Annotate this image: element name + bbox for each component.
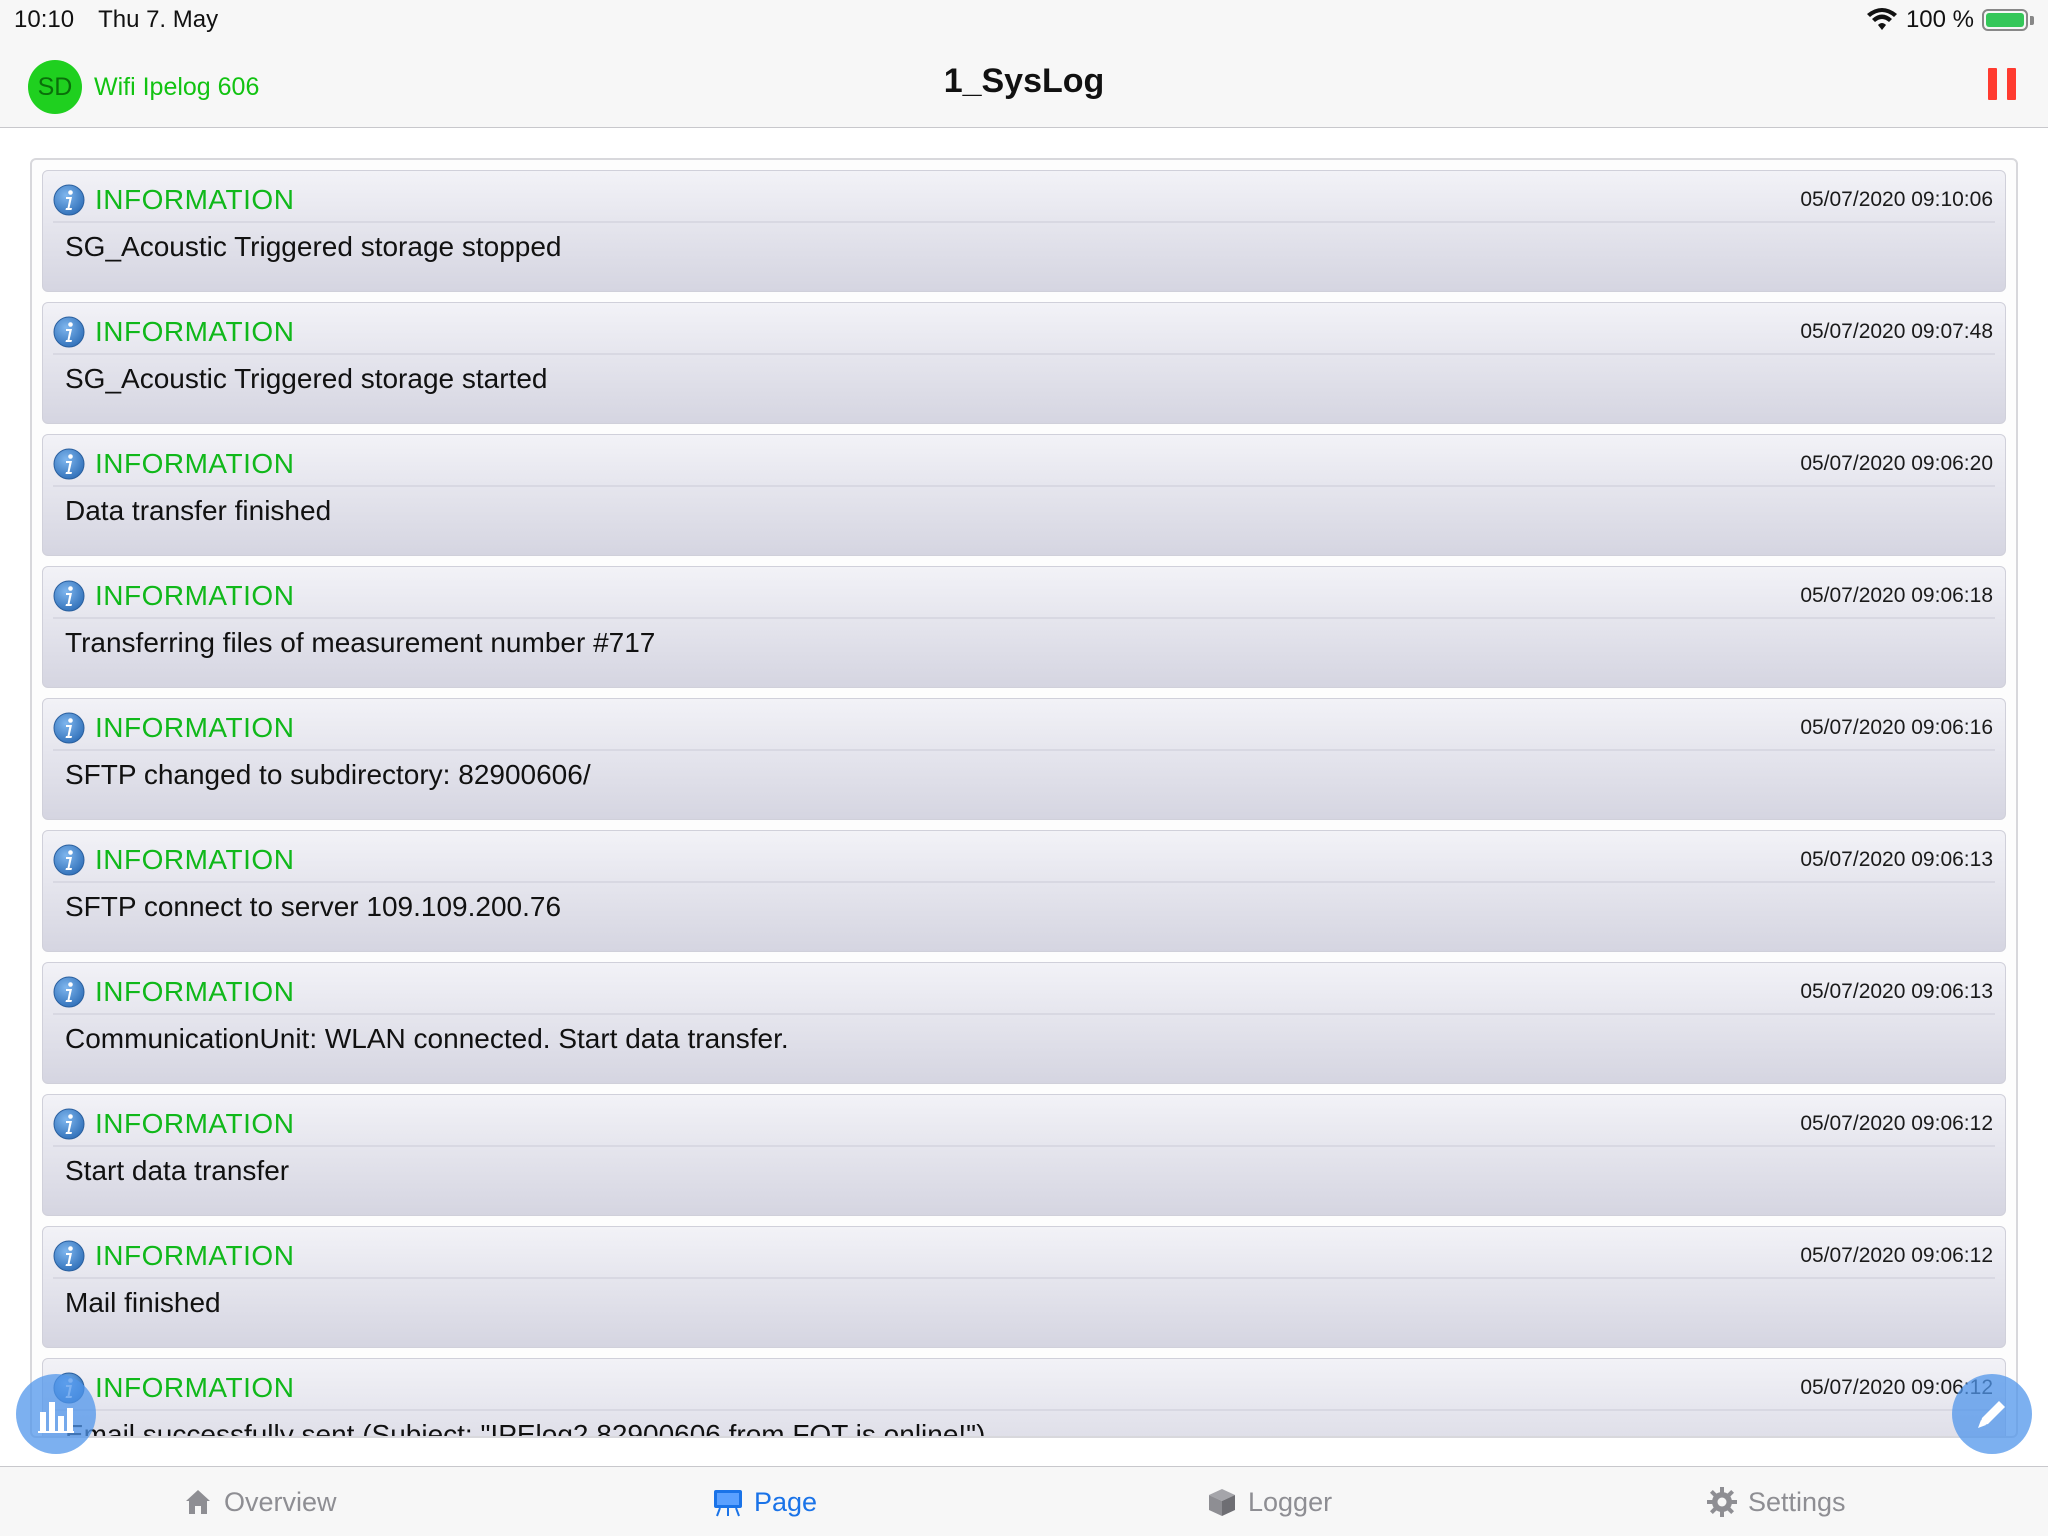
log-level: INFORMATION bbox=[95, 184, 295, 215]
display-board-icon bbox=[714, 1490, 742, 1517]
log-message: Transferring files of measurement number… bbox=[65, 627, 656, 658]
log-timestamp: 05/07/2020 09:06:13 bbox=[1800, 848, 1993, 871]
log-entry-header: INFORMATION 05/07/2020 09:06:12 bbox=[53, 1103, 1995, 1147]
log-level: INFORMATION bbox=[95, 1372, 295, 1403]
log-message: Data transfer finished bbox=[65, 495, 332, 526]
log-entry[interactable]: INFORMATION 05/07/2020 09:06:13 SFTP conne… bbox=[42, 830, 2006, 952]
tab-overview[interactable]: Overview bbox=[182, 1467, 337, 1536]
wifi-icon bbox=[1866, 8, 1897, 30]
log-level: INFORMATION bbox=[95, 448, 295, 479]
log-message: Mail finished bbox=[65, 1287, 221, 1318]
tab-page[interactable]: Page bbox=[712, 1467, 817, 1536]
bar-chart-icon bbox=[38, 1402, 74, 1433]
log-level: INFORMATION bbox=[95, 976, 295, 1007]
syslog-list[interactable]: INFORMATION 05/07/2020 09:10:06 SG_Acousti… bbox=[30, 158, 2018, 1438]
tab-settings[interactable]: Settings bbox=[1706, 1467, 1846, 1536]
log-entry[interactable]: INFORMATION 05/07/2020 09:06:12 Mail finis… bbox=[42, 1226, 2006, 1348]
log-entry[interactable]: INFORMATION 05/07/2020 09:07:48 SG_Acousti… bbox=[42, 302, 2006, 424]
info-icon bbox=[53, 1108, 85, 1140]
navigation-bar: SD Wifi Ipelog 606 1_SysLog bbox=[0, 40, 2048, 128]
log-timestamp: 05/07/2020 09:07:48 bbox=[1800, 320, 1993, 343]
log-message: SG_Acoustic Triggered storage stopped bbox=[65, 231, 562, 262]
device-name: Wifi Ipelog 606 bbox=[94, 72, 260, 101]
log-entry-header: INFORMATION 05/07/2020 09:06:12 bbox=[53, 1235, 1995, 1279]
sd-badge: SD bbox=[28, 60, 82, 114]
edit-button[interactable] bbox=[1952, 1374, 2032, 1454]
info-icon bbox=[53, 712, 85, 744]
status-bar: 10:10 Thu 7. May 100 % bbox=[0, 0, 2048, 40]
log-entry[interactable]: INFORMATION 05/07/2020 09:10:06 SG_Acousti… bbox=[42, 170, 2006, 292]
log-message: Email successfully sent (Subject: "IPElo… bbox=[65, 1419, 986, 1438]
log-entry-header: INFORMATION 05/07/2020 09:10:06 bbox=[53, 179, 1995, 223]
status-time: 10:10 bbox=[14, 6, 75, 33]
log-message: SG_Acoustic Triggered storage started bbox=[65, 363, 548, 394]
log-timestamp: 05/07/2020 09:06:13 bbox=[1800, 980, 1993, 1003]
house-icon bbox=[186, 1490, 210, 1514]
log-entry-header: INFORMATION 05/07/2020 09:06:13 bbox=[53, 839, 1995, 883]
log-entry-header: INFORMATION 05/07/2020 09:07:48 bbox=[53, 311, 1995, 355]
log-level: INFORMATION bbox=[95, 844, 295, 875]
log-timestamp: 05/07/2020 09:06:12 bbox=[1800, 1112, 1993, 1135]
log-entry-header: INFORMATION 05/07/2020 09:06:13 bbox=[53, 971, 1995, 1015]
chart-button[interactable] bbox=[16, 1374, 96, 1454]
log-entry[interactable]: INFORMATION 05/07/2020 09:06:18 Transferri… bbox=[42, 566, 2006, 688]
log-level: INFORMATION bbox=[95, 712, 295, 743]
page-title: 1_SysLog bbox=[943, 62, 1105, 100]
log-timestamp: 05/07/2020 09:06:20 bbox=[1800, 452, 1993, 475]
info-icon bbox=[53, 976, 85, 1008]
tab-settings-label: Settings bbox=[1748, 1486, 1846, 1517]
log-message: Start data transfer bbox=[65, 1155, 290, 1186]
info-icon bbox=[53, 448, 85, 480]
tab-bar: Overview Page Logger Settings bbox=[0, 1466, 2048, 1536]
info-icon bbox=[53, 1240, 85, 1272]
log-entry[interactable]: INFORMATION 05/07/2020 09:06:20 Data trans… bbox=[42, 434, 2006, 556]
gear-icon bbox=[1707, 1487, 1737, 1517]
log-timestamp: 05/07/2020 09:10:06 bbox=[1800, 188, 1993, 211]
pencil-icon bbox=[1978, 1401, 2005, 1428]
log-level: INFORMATION bbox=[95, 1240, 295, 1271]
log-message: SFTP connect to server 109.109.200.76 bbox=[65, 891, 562, 922]
log-entries: INFORMATION 05/07/2020 09:10:06 SG_Acousti… bbox=[42, 170, 2006, 1438]
log-level: INFORMATION bbox=[95, 316, 295, 347]
tab-page-label: Page bbox=[754, 1486, 818, 1517]
log-level: INFORMATION bbox=[95, 580, 295, 611]
app-root: 10:10 Thu 7. May 100 % SD Wifi Ipelog 60… bbox=[0, 0, 2048, 1536]
tab-logger[interactable]: Logger bbox=[1206, 1467, 1332, 1536]
log-timestamp: 05/07/2020 09:06:18 bbox=[1800, 584, 1993, 607]
cube-icon bbox=[1209, 1489, 1235, 1516]
battery-icon bbox=[1982, 9, 2034, 31]
tab-logger-label: Logger bbox=[1248, 1486, 1333, 1517]
log-entry-header: INFORMATION 05/07/2020 09:06:12 bbox=[53, 1367, 1995, 1411]
device-indicator[interactable]: SD Wifi Ipelog 606 bbox=[28, 60, 259, 114]
log-level: INFORMATION bbox=[95, 1108, 295, 1139]
log-message: SFTP changed to subdirectory: 82900606/ bbox=[65, 759, 591, 790]
pause-icon bbox=[1988, 68, 1997, 100]
log-entry-header: INFORMATION 05/07/2020 09:06:20 bbox=[53, 443, 1995, 487]
pause-button[interactable] bbox=[1988, 68, 2016, 100]
log-entry-header: INFORMATION 05/07/2020 09:06:16 bbox=[53, 707, 1995, 751]
log-entry[interactable]: INFORMATION 05/07/2020 09:06:12 Start data… bbox=[42, 1094, 2006, 1216]
log-entry[interactable]: INFORMATION 05/07/2020 09:06:16 SFTP chang… bbox=[42, 698, 2006, 820]
status-date: Thu 7. May bbox=[98, 6, 219, 33]
info-icon bbox=[53, 184, 85, 216]
info-icon bbox=[53, 316, 85, 348]
log-timestamp: 05/07/2020 09:06:16 bbox=[1800, 716, 1993, 739]
log-timestamp: 05/07/2020 09:06:12 bbox=[1800, 1244, 1993, 1267]
log-entry[interactable]: INFORMATION 05/07/2020 09:06:13 Communicat… bbox=[42, 962, 2006, 1084]
log-message: CommunicationUnit: WLAN connected. Start… bbox=[65, 1023, 789, 1054]
info-icon bbox=[53, 844, 85, 876]
battery-percentage: 100 % bbox=[1905, 6, 1974, 33]
log-entry[interactable]: INFORMATION 05/07/2020 09:06:12 Email succ… bbox=[42, 1358, 2006, 1438]
log-entry-header: INFORMATION 05/07/2020 09:06:18 bbox=[53, 575, 1995, 619]
tab-overview-label: Overview bbox=[224, 1486, 337, 1517]
info-icon bbox=[53, 580, 85, 612]
